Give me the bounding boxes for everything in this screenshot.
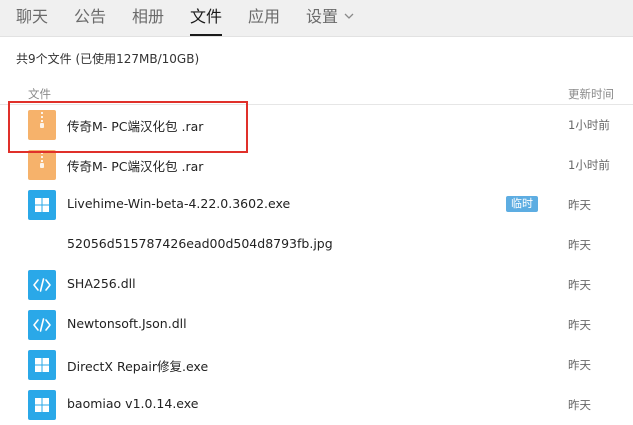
chevron-down-icon: [344, 13, 354, 19]
tab-album[interactable]: 相册: [132, 0, 164, 36]
windows-exe-icon: [28, 190, 56, 220]
file-name: baomiao v1.0.14.exe: [67, 396, 199, 411]
column-header-updated-time[interactable]: 更新时间: [568, 86, 614, 102]
tab-bar: 聊天 公告 相册 文件 应用 设置: [0, 0, 633, 37]
archive-icon: [28, 110, 56, 140]
file-time: 昨天: [568, 398, 591, 412]
code-file-icon: [28, 310, 56, 340]
image-icon: [28, 230, 56, 260]
file-time: 昨天: [568, 358, 591, 372]
column-header-file[interactable]: 文件: [28, 86, 51, 102]
tab-announcements[interactable]: 公告: [74, 0, 106, 36]
file-name: 传奇M- PC端汉化包 .rar: [67, 159, 204, 174]
windows-exe-icon: [28, 350, 56, 380]
file-time: 1小时前: [568, 158, 610, 172]
temporary-badge: 临时: [506, 196, 538, 212]
file-row[interactable]: DirectX Repair修复.exe 昨天: [0, 345, 633, 385]
file-time: 昨天: [568, 238, 591, 252]
windows-exe-icon: [28, 390, 56, 420]
tab-files[interactable]: 文件: [190, 0, 223, 36]
file-row[interactable]: SHA256.dll 昨天: [0, 265, 633, 305]
file-name: SHA256.dll: [67, 276, 136, 291]
file-time: 昨天: [568, 318, 591, 332]
file-list-header: 文件 更新时间: [0, 84, 633, 105]
file-row[interactable]: 传奇M- PC端汉化包 .rar 1小时前: [0, 105, 633, 145]
file-row[interactable]: 52056d515787426ead00d504d8793fb.jpg 昨天: [0, 225, 633, 265]
file-name: DirectX Repair修复.exe: [67, 359, 209, 374]
file-name: Newtonsoft.Json.dll: [67, 316, 187, 331]
file-time: 昨天: [568, 198, 591, 212]
file-row[interactable]: 传奇M- PC端汉化包 .rar 1小时前: [0, 145, 633, 185]
file-time: 1小时前: [568, 118, 610, 132]
file-time: 昨天: [568, 278, 591, 292]
file-row[interactable]: baomiao v1.0.14.exe 昨天: [0, 385, 633, 425]
archive-icon: [28, 150, 56, 180]
file-row[interactable]: Livehime-Win-beta-4.22.0.3602.exe 临时 昨天: [0, 185, 633, 225]
tab-apps[interactable]: 应用: [248, 0, 280, 36]
code-file-icon: [28, 270, 56, 300]
file-name: 52056d515787426ead00d504d8793fb.jpg: [67, 236, 333, 251]
file-summary: 共9个文件 (已使用127MB/10GB): [16, 52, 200, 66]
file-name: Livehime-Win-beta-4.22.0.3602.exe: [67, 196, 291, 211]
file-row[interactable]: Newtonsoft.Json.dll 昨天: [0, 305, 633, 345]
tab-settings[interactable]: 设置: [306, 0, 354, 36]
tab-chat[interactable]: 聊天: [16, 0, 48, 36]
file-name: 传奇M- PC端汉化包 .rar: [67, 119, 204, 134]
